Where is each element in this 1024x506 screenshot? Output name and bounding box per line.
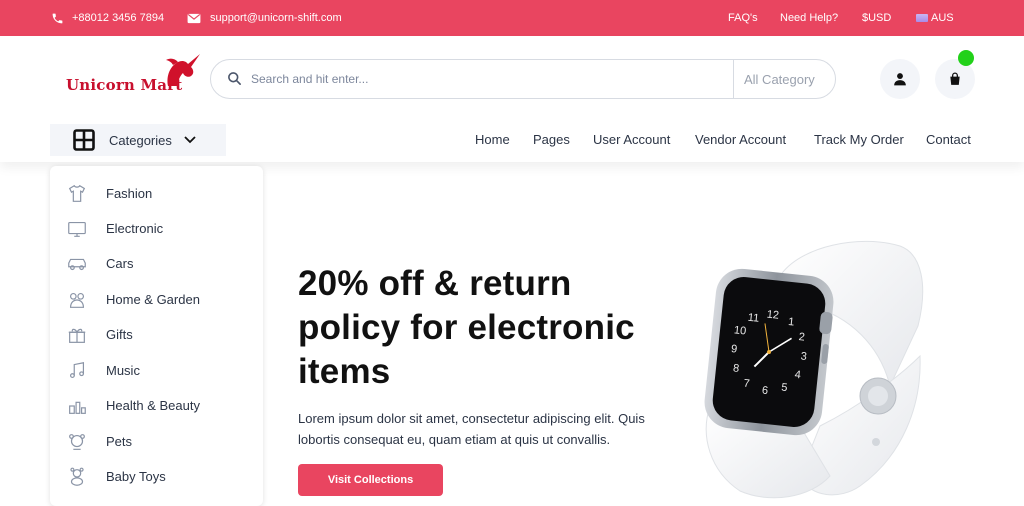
dial-number: 8 bbox=[732, 362, 739, 375]
pet-icon bbox=[69, 434, 85, 450]
gift-icon bbox=[68, 328, 86, 343]
header: Unicorn Mart All Category Categories bbox=[0, 36, 1024, 162]
sidebar-item-health-beauty[interactable]: Health & Beauty bbox=[50, 388, 263, 423]
nav-vendor-account[interactable]: Vendor Account bbox=[695, 132, 786, 148]
phone-contact[interactable]: +88012 3456 7894 bbox=[50, 0, 164, 36]
sidebar-item-electronic[interactable]: Electronic bbox=[50, 211, 263, 246]
help-link[interactable]: Need Help? bbox=[780, 0, 838, 36]
user-icon bbox=[894, 73, 906, 86]
dial-number: 4 bbox=[794, 369, 801, 382]
sidebar-item-label: Gifts bbox=[106, 327, 133, 342]
hero-title: 20% off & return policy for electronic i… bbox=[298, 262, 698, 394]
search-input[interactable] bbox=[251, 61, 731, 97]
phone-icon bbox=[50, 11, 64, 25]
dial-number: 5 bbox=[781, 382, 788, 395]
hero-title-line: items bbox=[298, 352, 391, 391]
categories-button[interactable]: Categories bbox=[50, 124, 226, 156]
sidebar-item-fashion[interactable]: Fashion bbox=[50, 176, 263, 211]
mail-icon bbox=[187, 11, 201, 25]
dial-number: 7 bbox=[743, 378, 750, 391]
top-bar: +88012 3456 7894 support@unicorn-shift.c… bbox=[0, 0, 1024, 36]
health-beauty-icon bbox=[69, 401, 86, 414]
dial-number: 9 bbox=[730, 343, 737, 356]
category-select[interactable]: All Category bbox=[733, 60, 836, 98]
hero-description-line: lobortis consequat eu, quam etiam at qui… bbox=[298, 432, 611, 447]
hero-description: Lorem ipsum dolor sit amet, consectetur … bbox=[298, 408, 690, 450]
dial-number: 12 bbox=[766, 309, 779, 322]
unicorn-logo-icon bbox=[166, 54, 200, 86]
hero-title-line: policy for electronic bbox=[298, 308, 635, 347]
electronic-icon bbox=[68, 221, 86, 237]
sidebar-item-gifts[interactable]: Gifts bbox=[50, 317, 263, 352]
flag-icon bbox=[916, 14, 928, 22]
sidebar-item-home-garden[interactable]: Home & Garden bbox=[50, 282, 263, 317]
cart-badge bbox=[958, 50, 974, 66]
hero-title-line: 20% off & return bbox=[298, 264, 572, 303]
visit-collections-button[interactable]: Visit Collections bbox=[298, 464, 443, 496]
logo[interactable]: Unicorn Mart bbox=[66, 52, 206, 102]
sidebar-item-baby-toys[interactable]: Baby Toys bbox=[50, 459, 263, 494]
dial-number: 6 bbox=[761, 384, 768, 397]
hero-description-line: Lorem ipsum dolor sit amet, consectetur … bbox=[298, 411, 645, 426]
shopping-bag-icon bbox=[950, 72, 960, 85]
email-address: support@unicorn-shift.com bbox=[210, 12, 342, 24]
account-button[interactable] bbox=[880, 59, 920, 99]
sidebar-item-label: Home & Garden bbox=[106, 292, 200, 307]
fashion-icon bbox=[68, 184, 86, 202]
sidebar-item-music[interactable]: Music bbox=[50, 353, 263, 388]
home-garden-icon bbox=[69, 292, 85, 308]
chevron-down-icon bbox=[184, 136, 196, 144]
search-icon[interactable] bbox=[227, 71, 242, 86]
car-icon bbox=[68, 258, 86, 271]
sidebar-item-label: Electronic bbox=[106, 221, 164, 236]
sidebar-item-label: Cars bbox=[106, 256, 134, 271]
music-icon bbox=[69, 362, 85, 379]
sidebar-item-label: Health & Beauty bbox=[106, 398, 200, 413]
grid-icon bbox=[73, 129, 95, 151]
sidebar-item-label: Pets bbox=[106, 434, 133, 449]
email-contact[interactable]: support@unicorn-shift.com bbox=[187, 0, 342, 36]
language-selector[interactable]: AUS bbox=[916, 0, 954, 36]
smartwatch-image: 12 1 2 3 4 5 6 7 8 9 10 11 bbox=[704, 240, 924, 499]
faq-link[interactable]: FAQ's bbox=[728, 0, 758, 36]
sidebar-item-pets[interactable]: Pets bbox=[50, 424, 263, 459]
nav-home[interactable]: Home bbox=[475, 132, 510, 148]
nav-track-order[interactable]: Track My Order bbox=[814, 132, 904, 148]
sidebar-item-label: Baby Toys bbox=[106, 469, 166, 484]
dial-number: 2 bbox=[798, 331, 805, 344]
baby-toys-icon bbox=[70, 467, 84, 486]
category-sidebar: Fashion Electronic Cars Home & Garden Gi… bbox=[50, 166, 263, 506]
dial-number: 1 bbox=[788, 316, 795, 329]
categories-label: Categories bbox=[109, 132, 172, 148]
currency-selector[interactable]: $USD bbox=[862, 0, 891, 36]
dial-number: 10 bbox=[733, 324, 746, 337]
nav-user-account[interactable]: User Account bbox=[593, 132, 670, 148]
sidebar-item-label: Music bbox=[106, 363, 140, 378]
nav-pages[interactable]: Pages bbox=[533, 132, 570, 148]
nav-contact[interactable]: Contact bbox=[926, 132, 971, 148]
language-label: AUS bbox=[931, 12, 954, 24]
dial-number: 11 bbox=[747, 312, 760, 325]
phone-number: +88012 3456 7894 bbox=[72, 12, 165, 24]
dial-number: 3 bbox=[800, 350, 807, 363]
sidebar-item-cars[interactable]: Cars bbox=[50, 246, 263, 281]
search-bar: All Category bbox=[210, 59, 836, 99]
sidebar-item-label: Fashion bbox=[106, 186, 153, 201]
